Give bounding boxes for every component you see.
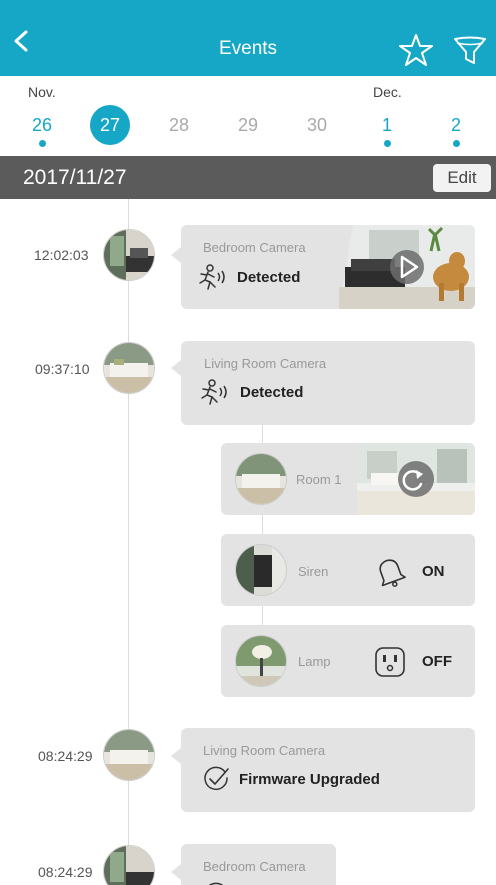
event-status: Detected	[240, 384, 304, 401]
card-pointer	[171, 360, 181, 376]
event-time: 09:37:10	[35, 361, 90, 377]
video-thumbnail[interactable]	[339, 225, 475, 309]
sub-event-label: Room 1	[296, 472, 342, 487]
day-28[interactable]: 28	[159, 105, 199, 145]
check-circle-icon	[209, 882, 224, 885]
card-pointer	[171, 864, 181, 880]
day-1[interactable]: 1	[367, 105, 407, 145]
event-status: Detected	[237, 269, 301, 286]
check-circle-icon	[204, 766, 229, 791]
event-card[interactable]: Bedroom Camera	[181, 844, 336, 885]
plug-icon	[375, 647, 405, 677]
event-time: 08:24:29	[38, 864, 93, 880]
day-27[interactable]: 27	[90, 105, 130, 145]
date-strip: Nov. Dec. 26 27 28 29 30 1 2	[0, 76, 496, 156]
month-label: Dec.	[373, 84, 402, 100]
day-30[interactable]: 30	[297, 105, 337, 145]
card-pointer	[171, 748, 181, 764]
bell-icon	[379, 559, 406, 587]
event-card[interactable]: Bedroom Camera Detected	[181, 225, 475, 309]
edit-button[interactable]: Edit	[433, 164, 491, 192]
camera-name: Bedroom Camera	[203, 240, 306, 255]
camera-name: Living Room Camera	[203, 743, 326, 758]
day-26[interactable]: 26	[22, 105, 62, 145]
motion-icon	[201, 379, 227, 405]
camera-name: Bedroom Camera	[203, 859, 306, 874]
date-bar: 2017/11/27 Edit	[0, 156, 496, 199]
sub-event-value: ON	[422, 563, 445, 580]
event-dot	[38, 140, 46, 147]
header-bar: Events	[0, 0, 496, 76]
event-dot	[452, 140, 460, 147]
selected-date: 2017/11/27	[23, 166, 127, 189]
day-29[interactable]: 29	[228, 105, 268, 145]
bedroom-camera-avatar	[103, 845, 155, 885]
camera-name: Living Room Camera	[204, 356, 327, 371]
sub-event-card[interactable]: Room 1	[221, 443, 475, 515]
sub-event-card[interactable]: Lamp OFF	[221, 625, 475, 697]
filter-icon[interactable]	[452, 34, 488, 66]
living-room-camera-avatar	[103, 729, 155, 781]
event-dot	[383, 140, 391, 147]
refresh-icon[interactable]	[396, 465, 428, 497]
motion-icon	[199, 264, 225, 290]
sub-event-label: Lamp	[298, 654, 331, 669]
event-card[interactable]: Living Room Camera Detected	[181, 341, 475, 425]
star-icon[interactable]	[398, 32, 434, 68]
month-label: Nov.	[28, 84, 56, 100]
card-pointer	[171, 247, 181, 263]
sub-event-label: Siren	[298, 564, 329, 579]
bedroom-camera-avatar	[103, 229, 155, 281]
sub-event-card[interactable]: Siren ON	[221, 534, 475, 606]
event-status: Firmware Upgraded	[239, 771, 380, 788]
day-2[interactable]: 2	[436, 105, 476, 145]
events-screen: Events Nov. Dec. 26 27 28 29 30 1 2 2017…	[0, 0, 496, 885]
timeline-line	[128, 199, 129, 885]
sub-event-value: OFF	[422, 653, 452, 670]
siren-avatar	[235, 544, 287, 596]
event-card[interactable]: Living Room Camera Firmware Upgraded	[181, 728, 475, 812]
living-room-camera-avatar	[103, 342, 155, 394]
room-avatar	[235, 453, 287, 505]
event-time: 08:24:29	[38, 748, 93, 764]
event-time: 12:02:03	[34, 247, 89, 263]
lamp-avatar	[235, 635, 287, 687]
